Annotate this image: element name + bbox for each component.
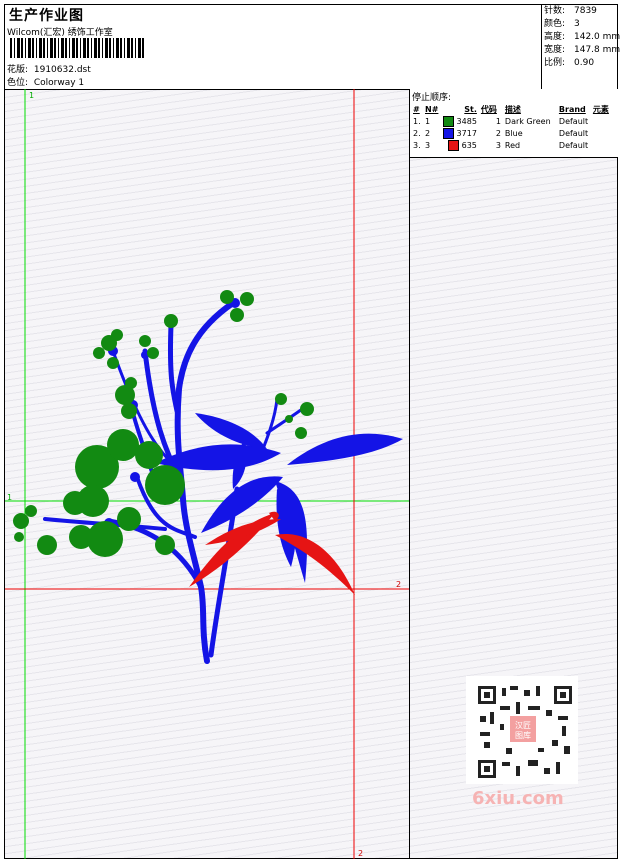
- colorway-row: 色位: Colorway 1: [7, 75, 84, 88]
- stat-height: 高度: 142.0 mm: [544, 32, 620, 42]
- qr-center-text-bottom: 图库: [515, 730, 531, 740]
- color-table: # N# St. 代码 描述 Brand 元素 1. 1 3485 1 Dark…: [411, 103, 611, 151]
- table-row: 3. 3 635 3 Red Default: [413, 139, 589, 151]
- col-stitches: St.: [464, 104, 477, 114]
- col-description: 描述: [504, 104, 521, 114]
- colorway-label: 色位:: [7, 78, 29, 88]
- sheet-header: 生产作业图 Wilcom(汇宏) 绣饰工作室 花版: 1910632.dst 色…: [5, 5, 620, 90]
- studio-name: Wilcom(汇宏) 绣饰工作室: [7, 28, 113, 38]
- color-table-header: # N# St. 代码 描述 Brand 元素: [411, 103, 611, 115]
- design-canvas: 1 1 2 2: [5, 89, 409, 859]
- col-index: #: [413, 104, 420, 114]
- col-code: 代码: [480, 104, 497, 114]
- watermark-text: 6xiu.com: [472, 788, 564, 809]
- colorway-value: Colorway 1: [33, 78, 85, 88]
- guide-red-horizontal-label: 2: [396, 580, 402, 589]
- col-element: 元素: [592, 104, 609, 114]
- design-file-row: 花版: 1910632.dst: [7, 62, 91, 75]
- qr-code: 汉匠 图库: [466, 676, 578, 784]
- col-needle: N#: [425, 104, 439, 114]
- stat-scale: 比例: 0.90: [544, 58, 595, 68]
- color-swatch: [443, 127, 454, 139]
- col-brand: Brand: [558, 104, 586, 114]
- color-swatch: [448, 139, 460, 151]
- stop-sequence-title: 停止顺序:: [412, 93, 452, 103]
- design-file-label: 花版:: [7, 65, 29, 75]
- stat-width: 宽度: 147.8 mm: [544, 45, 620, 55]
- embroidery-artwork: [5, 89, 409, 859]
- guide-red-vertical-label: 2: [358, 849, 364, 858]
- stat-colors: 颜色: 3: [544, 19, 580, 29]
- design-file-value: 1910632.dst: [33, 65, 91, 75]
- qr-center-text-top: 汉匠: [515, 721, 531, 730]
- guide-green-horizontal-label: 1: [7, 493, 13, 502]
- sheet-title: 生产作业图: [9, 8, 84, 24]
- stop-sequence-header: 停止顺序: # N# St. 代码 描述 Brand 元素 1. 1 3485 …: [410, 89, 618, 158]
- guide-green-vertical-label: 1: [29, 91, 35, 100]
- barcode: [10, 38, 144, 58]
- table-row: 2. 2 3717 2 Blue Default: [413, 127, 589, 139]
- color-swatch: [443, 115, 454, 127]
- design-stats: 针数: 7839 颜色: 3 高度: 142.0 mm 宽度: 147.8 mm 比例:…: [541, 5, 620, 89]
- qr-code-graphic: 汉匠 图库: [466, 676, 578, 784]
- stat-stitches: 针数: 7839: [544, 6, 597, 16]
- table-row: 1. 1 3485 1 Dark Green Default: [413, 115, 589, 127]
